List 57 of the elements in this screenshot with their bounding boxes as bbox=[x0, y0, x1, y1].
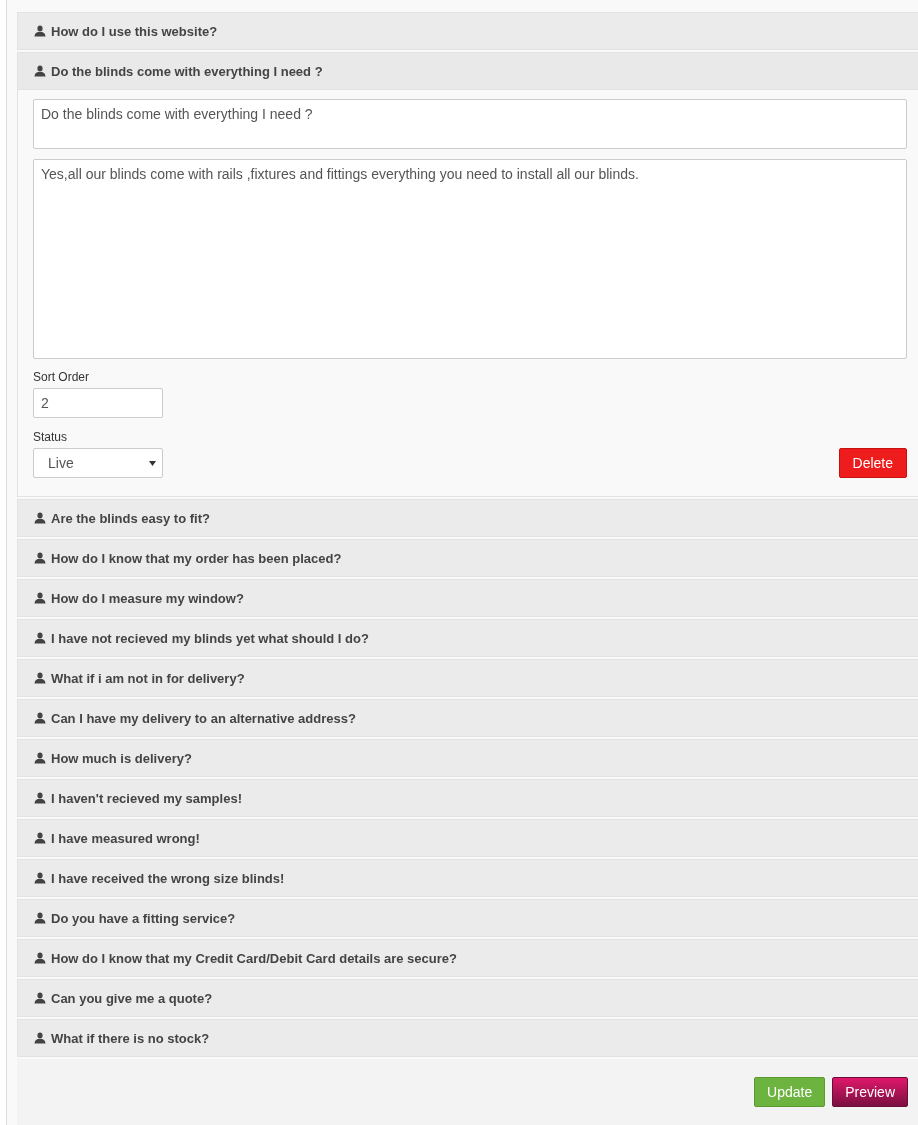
user-icon bbox=[34, 712, 46, 724]
faq-header[interactable]: I have not recieved my blinds yet what should I do? bbox=[18, 620, 918, 656]
faq-header[interactable]: How do I use this website? bbox=[18, 13, 918, 49]
faq-header[interactable]: What if there is no stock? bbox=[18, 1020, 918, 1056]
caret-icon bbox=[149, 460, 156, 466]
faq-header[interactable]: I have received the wrong size blinds! bbox=[18, 860, 918, 896]
answer-field[interactable]: Yes,all our blinds come with rails ,fixtures and fittings everything you need to install all our blinds. bbox=[33, 159, 907, 359]
faq-question: I have not recieved my blinds yet what should I do? bbox=[51, 630, 369, 646]
faq-header[interactable]: Can I have my delivery to an alternative address? bbox=[18, 700, 918, 736]
faq-question: Can I have my delivery to an alternative address? bbox=[51, 710, 356, 726]
user-icon bbox=[34, 912, 46, 924]
faq-question: Can you give me a quote? bbox=[51, 990, 213, 1006]
user-icon bbox=[34, 752, 46, 764]
sort-order-field[interactable]: 2 bbox=[33, 388, 163, 418]
faq-header[interactable]: I have measured wrong! bbox=[18, 820, 918, 856]
user-icon bbox=[34, 512, 46, 524]
status-label: Status bbox=[33, 430, 69, 444]
faq-question: How do I know that my order has been placed? bbox=[51, 550, 342, 566]
faq-question: What if i am not in for delivery? bbox=[51, 670, 245, 686]
faq-header[interactable]: I haven't recieved my samples! bbox=[18, 780, 918, 816]
faq-header[interactable]: How do I know that my Credit Card/Debit Card details are secure? bbox=[18, 940, 918, 976]
question-field[interactable]: Do the blinds come with everything I need ? bbox=[33, 99, 907, 149]
status-dropdown[interactable]: Live bbox=[33, 448, 163, 478]
user-icon bbox=[34, 25, 46, 37]
user-icon bbox=[34, 952, 46, 964]
user-icon bbox=[34, 992, 46, 1004]
faq-header[interactable]: Do you have a fitting service? bbox=[18, 900, 918, 936]
user-icon bbox=[34, 672, 46, 684]
user-icon bbox=[34, 832, 46, 844]
faq-question: I haven't recieved my samples! bbox=[51, 790, 242, 806]
faq-header[interactable]: How much is delivery? bbox=[18, 740, 918, 776]
faq-header[interactable]: What if i am not in for delivery? bbox=[18, 660, 918, 696]
user-icon bbox=[34, 792, 46, 804]
faq-question: How do I know that my Credit Card/Debit Card details are secure? bbox=[51, 950, 457, 966]
faq-header[interactable]: How do I know that my order has been placed? bbox=[18, 540, 918, 576]
faq-question: How do I measure my window? bbox=[51, 590, 244, 606]
faq-header[interactable]: Can you give me a quote? bbox=[18, 980, 918, 1016]
sort-order-label: Sort Order bbox=[33, 370, 90, 384]
preview-button[interactable]: Preview bbox=[832, 1077, 908, 1107]
faq-question: I have measured wrong! bbox=[51, 830, 200, 846]
user-icon bbox=[34, 65, 46, 77]
user-icon bbox=[34, 552, 46, 564]
faq-header[interactable]: Do the blinds come with everything I need ? bbox=[18, 53, 918, 90]
faq-question: What if there is no stock? bbox=[51, 1030, 210, 1046]
faq-header[interactable]: How do I measure my window? bbox=[18, 580, 918, 616]
user-icon bbox=[34, 632, 46, 644]
user-icon bbox=[34, 592, 46, 604]
faq-question: I have received the wrong size blinds! bbox=[51, 870, 285, 886]
delete-button[interactable]: Delete bbox=[838, 448, 907, 478]
faq-question: Are the blinds easy to fit? bbox=[51, 510, 210, 526]
faq-question: How do I use this website? bbox=[51, 23, 218, 39]
faq-question: How much is delivery? bbox=[51, 750, 192, 766]
faq-header[interactable]: Are the blinds easy to fit? bbox=[18, 500, 918, 536]
faq-question: Do the blinds come with everything I need ? bbox=[51, 63, 323, 79]
faq-question: Do you have a fitting service? bbox=[51, 910, 236, 926]
user-icon bbox=[34, 872, 46, 884]
user-icon bbox=[34, 1032, 46, 1044]
